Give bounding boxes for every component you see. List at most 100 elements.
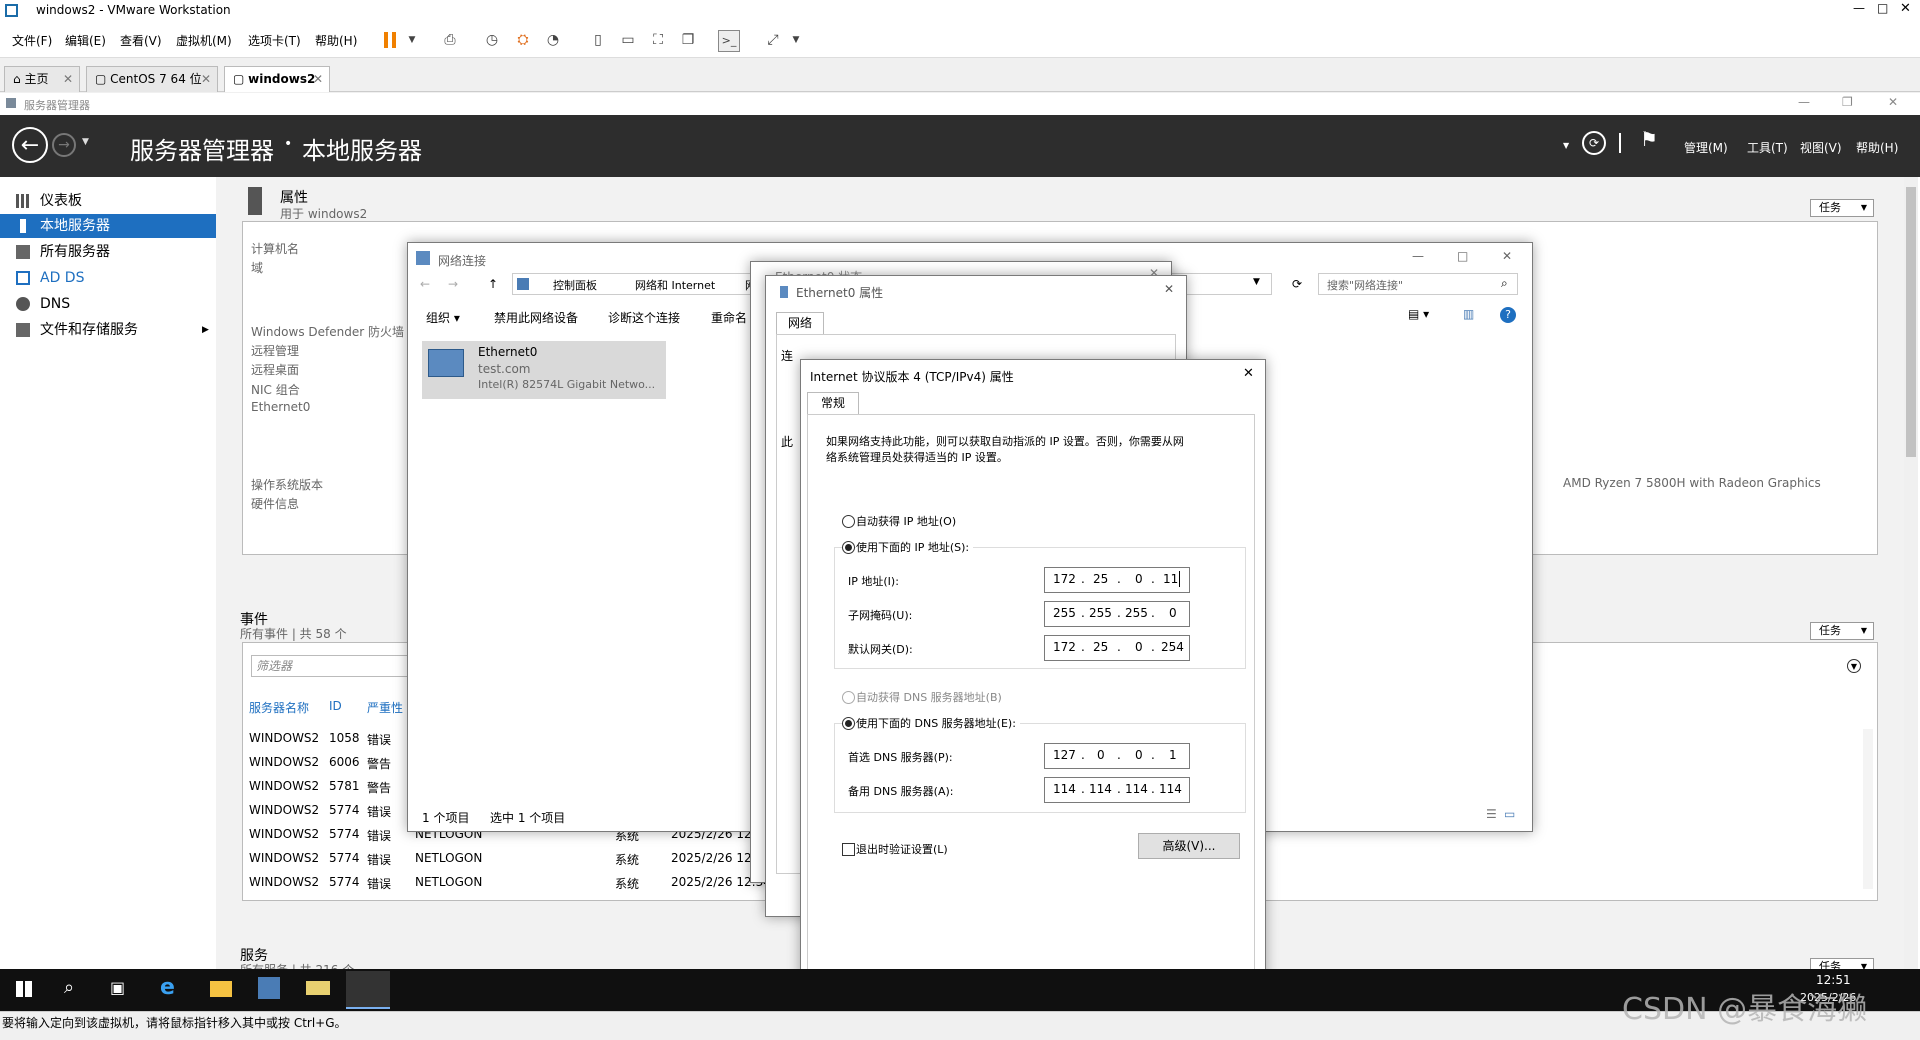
help-icon[interactable]: ?	[1500, 307, 1516, 323]
use-ip-radio[interactable]	[842, 541, 855, 554]
nav-all-servers[interactable]: 所有服务器	[0, 240, 216, 264]
close-button[interactable]: ✕	[1900, 1, 1911, 16]
tiles-view-icon[interactable]: ▭	[1504, 807, 1515, 821]
search-icon[interactable]: ⌕	[64, 977, 74, 998]
auto-dns-label[interactable]: 自动获得 DNS 服务器地址(B)	[856, 689, 1002, 705]
close-button[interactable]: ✕	[1502, 249, 1512, 263]
breadcrumb-control-panel[interactable]: 控制面板	[553, 277, 597, 293]
tab-home[interactable]: ⌂ 主页 ✕	[4, 66, 80, 92]
toolbar-rename[interactable]: 重命名	[711, 309, 747, 326]
network-tool-icon[interactable]	[306, 981, 330, 995]
menu-help[interactable]: 帮助(H)	[1856, 139, 1898, 156]
close-button[interactable]: ✕	[1888, 95, 1898, 109]
menu-tabs[interactable]: 选项卡(T)	[248, 32, 301, 49]
menu-manage[interactable]: 管理(M)	[1684, 139, 1728, 156]
dropdown-arrow-icon[interactable]: ▼	[1563, 141, 1569, 150]
network-connections-taskbar-icon[interactable]	[346, 971, 390, 1009]
preferred-dns-input[interactable]: 127 . 0 . 0 . 1	[1044, 743, 1190, 769]
alternate-dns-input[interactable]: 114 . 114 . 114 . 114	[1044, 777, 1190, 803]
menu-view[interactable]: 视图(V)	[1800, 139, 1842, 156]
refresh-icon[interactable]: ⟳	[1582, 131, 1606, 155]
up-icon[interactable]: ↑	[488, 277, 498, 291]
auto-ip-radio[interactable]	[842, 515, 855, 528]
maximize-button[interactable]: □	[1877, 1, 1888, 15]
menu-vm[interactable]: 虚拟机(M)	[176, 32, 232, 49]
dropdown-arrow-icon[interactable]: ▼	[402, 30, 422, 50]
toolbar-diagnose[interactable]: 诊断这个连接	[608, 309, 680, 326]
chevron-right-icon[interactable]: ▶	[202, 318, 209, 342]
subnet-mask-input[interactable]: 255 . 255 . 255 . 0	[1044, 601, 1190, 627]
dropdown-arrow-icon[interactable]: ▼	[786, 30, 806, 50]
unity-icon[interactable]: ❐	[678, 30, 698, 50]
column-id[interactable]: ID	[329, 699, 342, 713]
history-dropdown-icon[interactable]: ▼	[82, 137, 89, 147]
use-ip-label[interactable]: 使用下面的 IP 地址(S):	[856, 539, 974, 555]
fullscreen-icon[interactable]: ⛶	[648, 30, 668, 50]
server-manager-taskbar-icon[interactable]	[258, 977, 280, 999]
snapshot-icon[interactable]: ◷	[482, 30, 502, 50]
menu-help[interactable]: 帮助(H)	[315, 32, 357, 49]
auto-ip-label[interactable]: 自动获得 IP 地址(O)	[856, 513, 956, 529]
menu-edit[interactable]: 编辑(E)	[65, 32, 106, 49]
tab-windows2[interactable]: ▢ windows2 ✕	[224, 66, 330, 92]
refresh-icon[interactable]: ⟳	[1292, 277, 1302, 291]
nav-local-server[interactable]: 本地服务器	[0, 214, 216, 238]
breadcrumb-network[interactable]: 网络和 Internet	[635, 277, 715, 293]
file-explorer-icon[interactable]	[210, 981, 232, 997]
forward-icon[interactable]: →	[448, 277, 458, 291]
snapshot-manager-icon[interactable]: ◔	[543, 30, 563, 50]
minimize-button[interactable]: —	[1853, 1, 1865, 15]
toolbar-disable-device[interactable]: 禁用此网络设备	[494, 309, 578, 326]
sidebar-toggle-icon[interactable]: ▯	[588, 30, 608, 50]
ie-icon[interactable]: e	[160, 975, 175, 1000]
column-server-name[interactable]: 服务器名称	[249, 699, 309, 716]
stretch-icon[interactable]: ⤢	[763, 30, 783, 50]
details-view-icon[interactable]: ☰	[1486, 807, 1497, 821]
minimize-button[interactable]: —	[1798, 95, 1810, 109]
auto-dns-radio[interactable]	[842, 691, 855, 704]
menu-tools[interactable]: 工具(T)	[1747, 139, 1788, 156]
validate-checkbox[interactable]	[842, 843, 855, 856]
pause-icon[interactable]	[384, 32, 388, 48]
validate-label[interactable]: 退出时验证设置(L)	[856, 841, 948, 857]
nav-file-storage[interactable]: 文件和存储服务 ▶	[0, 318, 216, 342]
main-scrollbar-thumb[interactable]	[1906, 187, 1916, 457]
adapter-ethernet0[interactable]: Ethernet0 test.com Intel(R) 82574L Gigab…	[422, 341, 666, 399]
send-keys-icon[interactable]: ⎙	[440, 30, 460, 50]
windows-start-icon[interactable]	[16, 981, 32, 997]
toolbar-organize[interactable]: 组织 ▾	[426, 309, 460, 326]
tab-network[interactable]: 网络	[776, 312, 824, 334]
revert-snapshot-icon[interactable]: ⛭	[513, 30, 533, 50]
close-icon[interactable]: ✕	[201, 67, 211, 91]
filter-input[interactable]: 筛选器	[251, 655, 411, 677]
close-button[interactable]: ✕	[1164, 282, 1174, 296]
preview-pane-icon[interactable]: ▥	[1463, 307, 1474, 321]
maximize-button[interactable]: □	[1457, 249, 1468, 263]
guest-display[interactable]: 服务器管理器 — ❐ ✕ ← → ▼ 服务器管理器 • 本地服务器 ▼ ⟳ ⚑ …	[0, 93, 1920, 1035]
close-button[interactable]: ✕	[1243, 366, 1254, 381]
nav-dns[interactable]: DNS	[0, 292, 216, 316]
search-input[interactable]: 搜索"网络连接" ⌕	[1318, 273, 1518, 295]
events-tasks-button[interactable]: 任务 ▼	[1810, 622, 1874, 640]
menu-view[interactable]: 查看(V)	[120, 32, 162, 49]
use-dns-label[interactable]: 使用下面的 DNS 服务器地址(E):	[856, 715, 1020, 731]
forward-button[interactable]: →	[52, 133, 76, 157]
scrollbar[interactable]	[1863, 729, 1873, 889]
close-icon[interactable]: ✕	[313, 67, 323, 91]
properties-tasks-button[interactable]: 任务 ▼	[1810, 199, 1874, 217]
expand-icon[interactable]: ▼	[1847, 659, 1861, 673]
tab-general[interactable]: 常规	[807, 392, 859, 414]
back-icon[interactable]: ←	[420, 277, 430, 291]
search-icon[interactable]: ⌕	[1501, 276, 1508, 291]
advanced-button[interactable]: 高级(V)...	[1138, 833, 1240, 859]
view-options-icon[interactable]: ▤ ▾	[1408, 307, 1429, 321]
maximize-button[interactable]: ❐	[1842, 95, 1853, 109]
menu-file[interactable]: 文件(F)	[12, 32, 52, 49]
console-icon[interactable]: >_	[718, 30, 740, 52]
back-button[interactable]: ←	[12, 127, 48, 163]
thumbnail-icon[interactable]: ▭	[618, 30, 638, 50]
tab-centos[interactable]: ▢ CentOS 7 64 位 ✕	[86, 66, 218, 92]
flag-icon[interactable]: ⚑	[1640, 127, 1658, 151]
nav-ad-ds[interactable]: AD DS	[0, 266, 216, 290]
nav-dashboard[interactable]: 仪表板	[0, 189, 216, 213]
